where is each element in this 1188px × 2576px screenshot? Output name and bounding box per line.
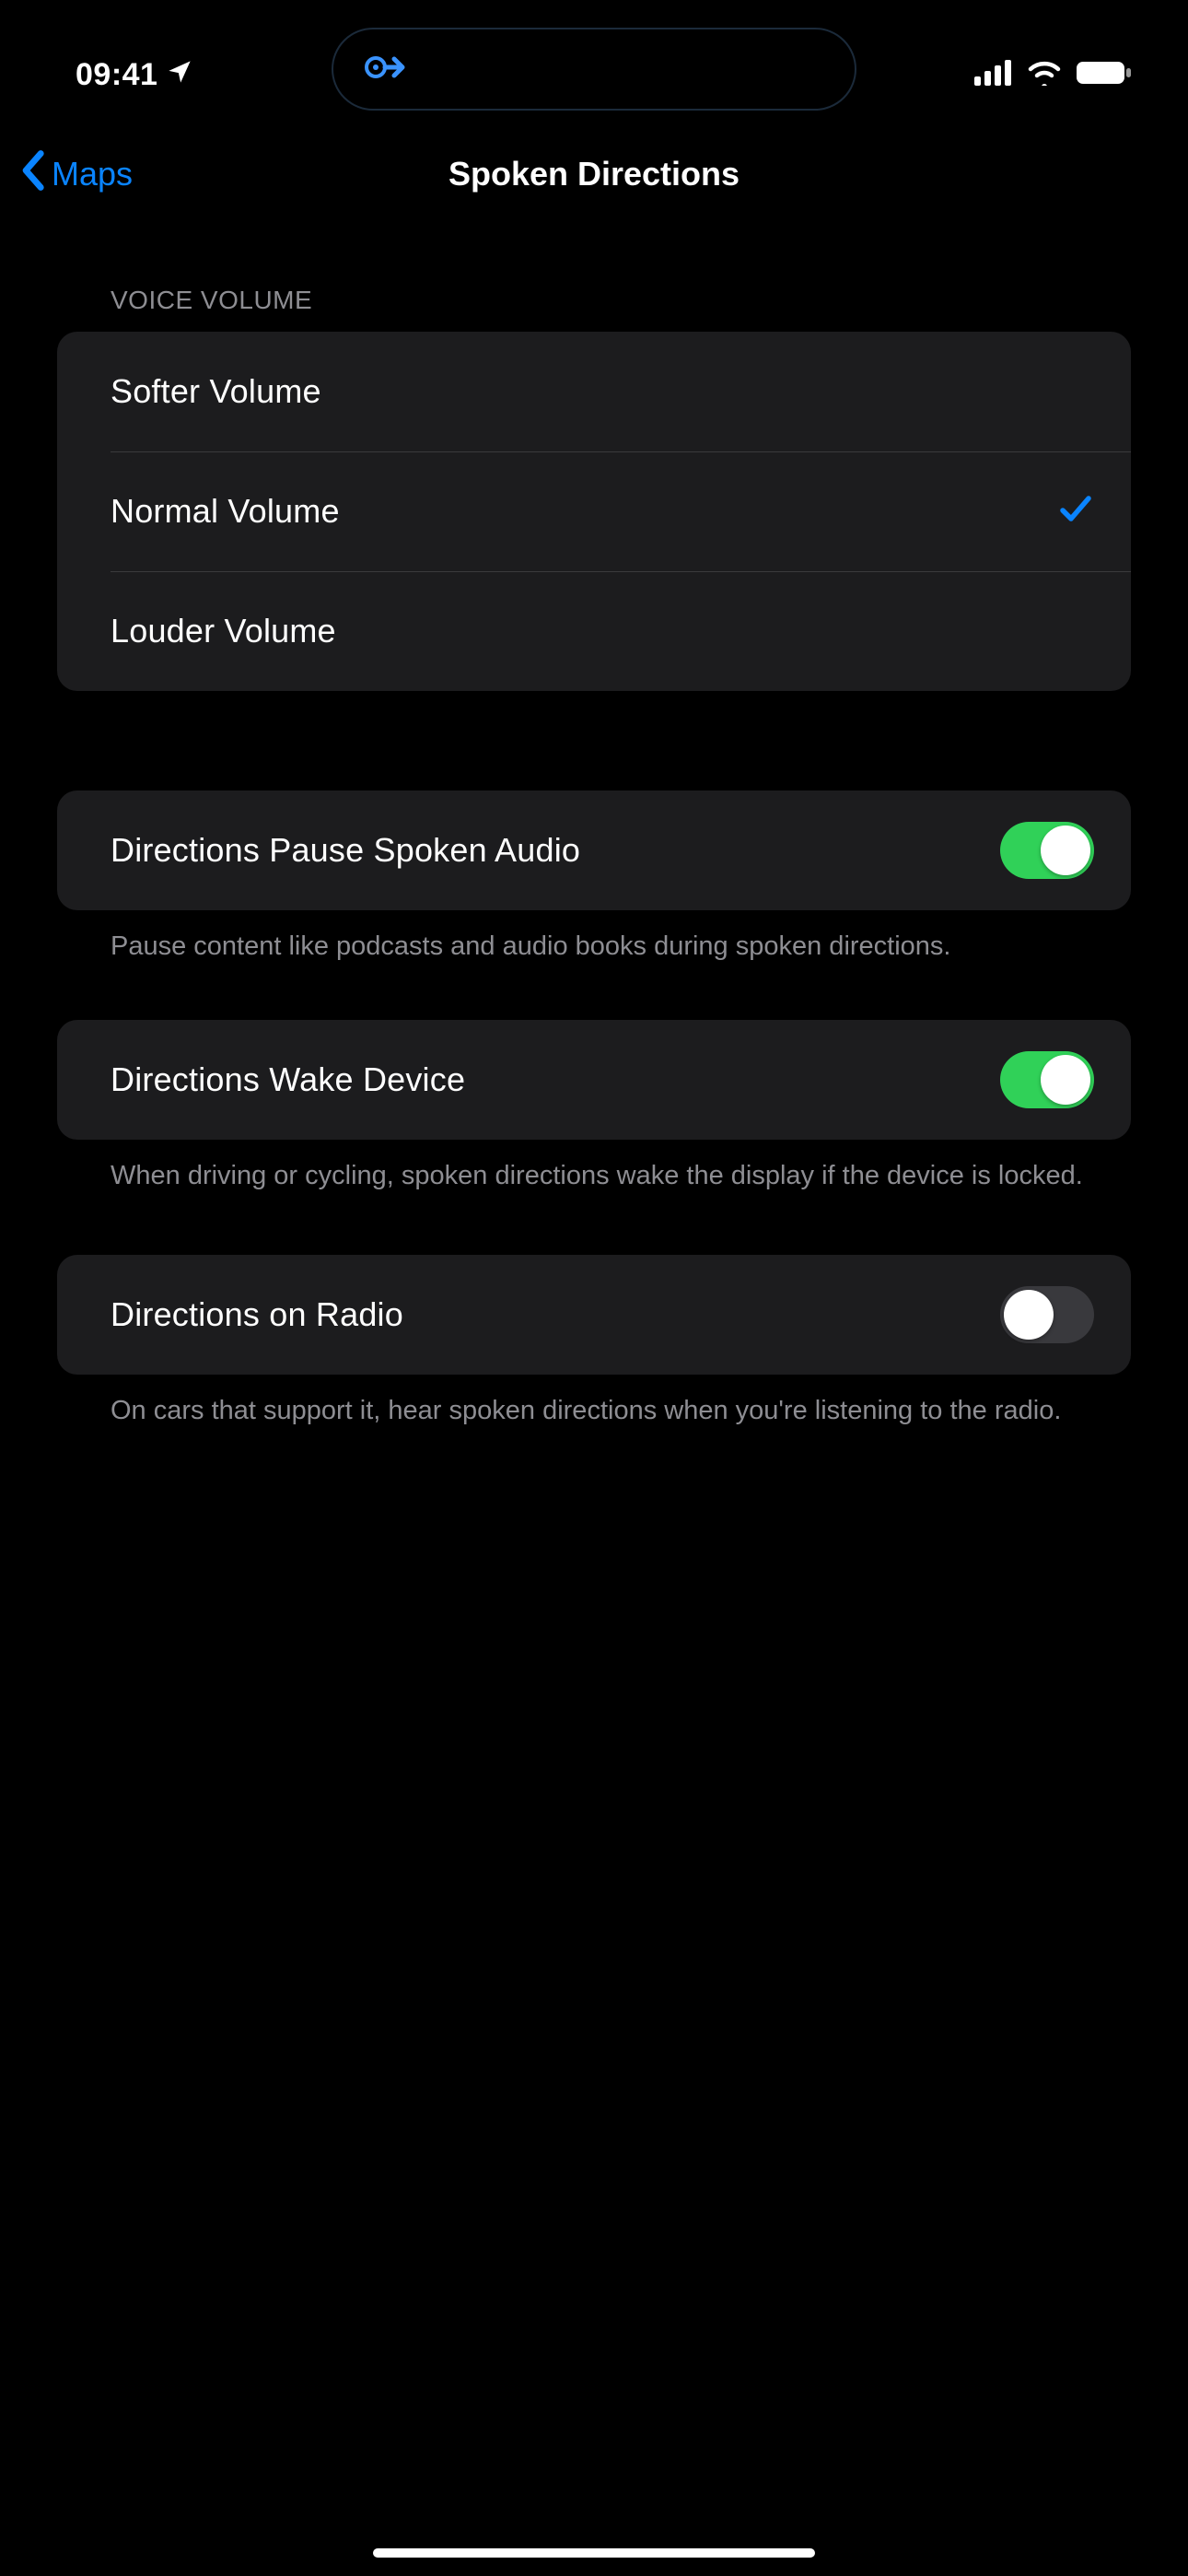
softer-volume-label: Softer Volume xyxy=(111,372,321,411)
wake-device-footer: When driving or cycling, spoken directio… xyxy=(57,1140,1131,1194)
normal-volume-label: Normal Volume xyxy=(111,492,340,531)
cellular-signal-icon xyxy=(974,60,1013,90)
wake-device-group: Directions Wake Device xyxy=(57,1020,1131,1140)
voice-volume-header: Voice Volume xyxy=(57,286,1131,315)
battery-icon xyxy=(1076,60,1133,90)
page-title: Spoken Directions xyxy=(448,155,740,193)
directions-on-radio-group: Directions on Radio xyxy=(57,1255,1131,1375)
back-button[interactable]: Maps xyxy=(17,149,133,200)
voice-volume-group: Softer Volume Normal Volume Louder Volum… xyxy=(57,332,1131,691)
directions-on-radio-row: Directions on Radio xyxy=(57,1255,1131,1375)
pause-spoken-audio-label: Directions Pause Spoken Audio xyxy=(111,831,580,870)
normal-volume-row[interactable]: Normal Volume xyxy=(57,451,1131,571)
navigation-bar: Maps Spoken Directions xyxy=(0,123,1188,225)
wake-device-row: Directions Wake Device xyxy=(57,1020,1131,1140)
screen-mirroring-icon xyxy=(361,45,405,94)
pause-spoken-audio-row: Directions Pause Spoken Audio xyxy=(57,790,1131,910)
status-right xyxy=(974,60,1133,90)
louder-volume-row[interactable]: Louder Volume xyxy=(57,571,1131,691)
softer-volume-row[interactable]: Softer Volume xyxy=(57,332,1131,451)
pause-spoken-audio-footer: Pause content like podcasts and audio bo… xyxy=(57,910,1131,965)
directions-on-radio-toggle[interactable] xyxy=(1000,1286,1094,1343)
directions-on-radio-label: Directions on Radio xyxy=(111,1295,403,1334)
settings-content: Voice Volume Softer Volume Normal Volume… xyxy=(0,225,1188,1429)
directions-on-radio-footer: On cars that support it, hear spoken dir… xyxy=(57,1375,1131,1429)
wake-device-toggle[interactable] xyxy=(1000,1051,1094,1108)
status-time: 09:41 xyxy=(76,57,157,93)
pause-spoken-audio-group: Directions Pause Spoken Audio xyxy=(57,790,1131,910)
chevron-left-icon xyxy=(17,149,48,200)
dynamic-island[interactable] xyxy=(332,28,856,111)
louder-volume-label: Louder Volume xyxy=(111,612,336,650)
home-indicator[interactable] xyxy=(373,2548,815,2558)
pause-spoken-audio-toggle[interactable] xyxy=(1000,822,1094,879)
back-label: Maps xyxy=(52,155,133,193)
location-services-icon xyxy=(167,57,192,93)
checkmark-icon xyxy=(1057,491,1094,533)
status-left: 09:41 xyxy=(76,57,192,93)
wake-device-label: Directions Wake Device xyxy=(111,1060,465,1099)
wifi-icon xyxy=(1026,60,1063,90)
